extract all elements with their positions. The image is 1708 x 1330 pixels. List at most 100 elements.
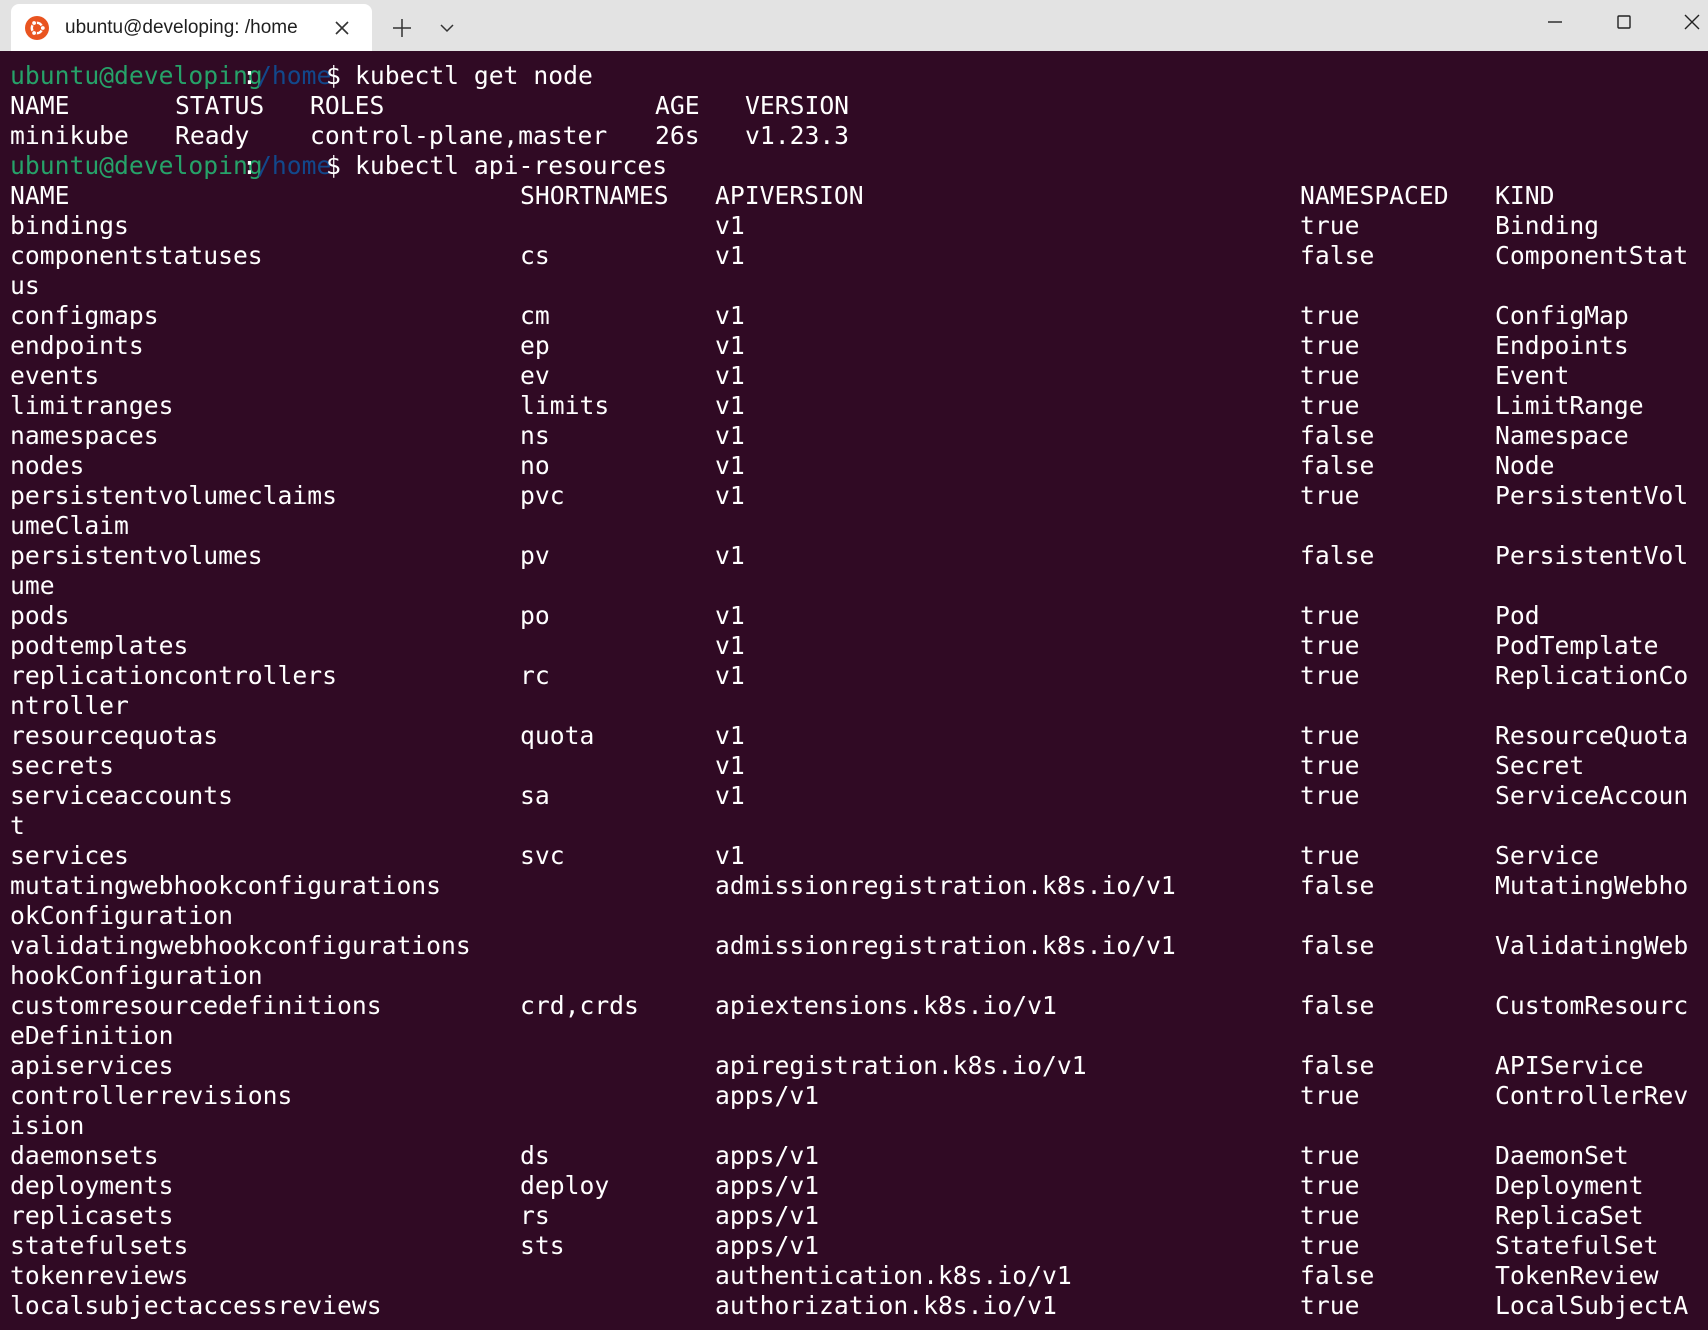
close-window-icon[interactable] bbox=[1680, 10, 1704, 34]
cell-apiversion: authentication.k8s.io/v1 bbox=[715, 1261, 1072, 1290]
cell-namespaced: false bbox=[1300, 991, 1375, 1020]
resource-rows: bindings v1 true Binding componentstatuses cs… bbox=[10, 211, 1708, 1321]
minimize-icon[interactable] bbox=[1543, 10, 1567, 34]
cell-kind: PersistentVol bbox=[1495, 481, 1689, 510]
cell-kind-wrap: ume bbox=[10, 571, 55, 600]
table-row: statefulsets sts apps/v1 true StatefulSet bbox=[10, 1231, 1708, 1261]
command-text: kubectl api-resources bbox=[355, 151, 668, 180]
cell-version: v1.23.3 bbox=[745, 121, 850, 150]
cell-apiversion: apiextensions.k8s.io/v1 bbox=[715, 991, 1057, 1020]
cell-shortnames: po bbox=[520, 601, 550, 630]
cell-shortnames: rs bbox=[520, 1201, 550, 1230]
cell-shortnames: no bbox=[520, 451, 550, 480]
cell-name: endpoints bbox=[10, 331, 144, 360]
cell-namespaced: true bbox=[1300, 751, 1360, 780]
cell-name: deployments bbox=[10, 1171, 174, 1200]
table-row: minikube Ready control-plane,master 26s … bbox=[10, 121, 1708, 151]
close-tab-icon[interactable] bbox=[332, 18, 352, 38]
cell-namespaced: false bbox=[1300, 1051, 1375, 1080]
cell-shortnames: sa bbox=[520, 781, 550, 810]
cell-kind: MutatingWebho bbox=[1495, 871, 1689, 900]
table-row: services svc v1 true Service bbox=[10, 841, 1708, 871]
table-row: podtemplates v1 true PodTemplate bbox=[10, 631, 1708, 661]
terminal-output[interactable]: ubuntu@developing : /home $ kubectl get … bbox=[10, 61, 1708, 1330]
cell-kind: Event bbox=[1495, 361, 1570, 390]
cell-name: bindings bbox=[10, 211, 129, 240]
cell-kind-wrap: ision bbox=[10, 1111, 85, 1140]
prompt-user-host: ubuntu@developing bbox=[10, 151, 263, 180]
table-row: persistentvolumes pv v1 false PersistentVol bbox=[10, 541, 1708, 571]
cell-namespaced: true bbox=[1300, 1231, 1360, 1260]
table-row: mutatingwebhookconfigurations admissionre… bbox=[10, 871, 1708, 901]
cell-namespaced: true bbox=[1300, 1141, 1360, 1170]
wrapped-line: ntroller bbox=[10, 691, 1708, 721]
cell-apiversion: authorization.k8s.io/v1 bbox=[715, 1291, 1057, 1320]
cell-kind: ComponentStat bbox=[1495, 241, 1689, 270]
prompt-line: ubuntu@developing : /home $ kubectl api-… bbox=[10, 151, 1708, 181]
column-header: APIVERSION bbox=[715, 181, 864, 210]
cell-namespaced: true bbox=[1300, 781, 1360, 810]
cell-apiversion: apps/v1 bbox=[715, 1171, 820, 1200]
cell-apiversion: v1 bbox=[715, 301, 745, 330]
cell-name: limitranges bbox=[10, 391, 174, 420]
cell-namespaced: false bbox=[1300, 451, 1375, 480]
new-tab-plus-icon[interactable] bbox=[388, 14, 416, 42]
cell-kind-wrap: umeClaim bbox=[10, 511, 129, 540]
maximize-icon[interactable] bbox=[1612, 10, 1636, 34]
cell-status: Ready bbox=[175, 121, 250, 150]
cell-shortnames: ep bbox=[520, 331, 550, 360]
chevron-down-icon[interactable] bbox=[436, 18, 458, 38]
cell-apiversion: apiregistration.k8s.io/v1 bbox=[715, 1051, 1087, 1080]
tab-title: ubuntu@developing: /home bbox=[65, 17, 298, 38]
table-header: NAME STATUS ROLES AGE VERSION bbox=[10, 91, 1708, 121]
cell-namespaced: false bbox=[1300, 421, 1375, 450]
cell-kind: StatefulSet bbox=[1495, 1231, 1659, 1260]
table-row: apiservices apiregistration.k8s.io/v1 fals… bbox=[10, 1051, 1708, 1081]
cell-namespaced: true bbox=[1300, 1171, 1360, 1200]
cell-apiversion: v1 bbox=[715, 451, 745, 480]
table-row: pods po v1 true Pod bbox=[10, 601, 1708, 631]
wrapped-line: ision bbox=[10, 1111, 1708, 1141]
cell-name: customresourcedefinitions bbox=[10, 991, 382, 1020]
table-row: controllerrevisions apps/v1 true Controller… bbox=[10, 1081, 1708, 1111]
cell-kind: ValidatingWeb bbox=[1495, 931, 1689, 960]
cell-kind: Namespace bbox=[1495, 421, 1629, 450]
cell-apiversion: v1 bbox=[715, 391, 745, 420]
cell-apiversion: v1 bbox=[715, 601, 745, 630]
cell-kind-wrap: hookConfiguration bbox=[10, 961, 263, 990]
column-header: SHORTNAMES bbox=[520, 181, 669, 210]
cell-apiversion: v1 bbox=[715, 481, 745, 510]
cell-name: daemonsets bbox=[10, 1141, 159, 1170]
cell-kind: Binding bbox=[1495, 211, 1600, 240]
cell-name: namespaces bbox=[10, 421, 159, 450]
cell-namespaced: true bbox=[1300, 211, 1360, 240]
cell-kind: TokenReview bbox=[1495, 1261, 1659, 1290]
cell-name: services bbox=[10, 841, 129, 870]
cell-kind-wrap: us bbox=[10, 271, 40, 300]
table-row: replicationcontrollers rc v1 true Replicatio… bbox=[10, 661, 1708, 691]
cell-kind: Endpoints bbox=[1495, 331, 1629, 360]
cell-namespaced: true bbox=[1300, 301, 1360, 330]
title-bar: ubuntu@developing: /home bbox=[0, 0, 1708, 51]
cell-namespaced: false bbox=[1300, 871, 1375, 900]
cell-shortnames: deploy bbox=[520, 1171, 610, 1200]
cell-kind: CustomResourc bbox=[1495, 991, 1689, 1020]
cell-name: minikube bbox=[10, 121, 129, 150]
table-row: nodes no v1 false Node bbox=[10, 451, 1708, 481]
cell-apiversion: v1 bbox=[715, 241, 745, 270]
terminal-tab[interactable]: ubuntu@developing: /home bbox=[11, 4, 372, 51]
cell-kind: ConfigMap bbox=[1495, 301, 1629, 330]
cell-shortnames: quota bbox=[520, 721, 595, 750]
cell-namespaced: false bbox=[1300, 931, 1375, 960]
table-row: localsubjectaccessreviews authorization.k… bbox=[10, 1291, 1708, 1321]
cell-shortnames: cm bbox=[520, 301, 550, 330]
table-row: secrets v1 true Secret bbox=[10, 751, 1708, 781]
cell-kind: ReplicationCo bbox=[1495, 661, 1689, 690]
column-header: AGE bbox=[655, 91, 700, 120]
column-header: VERSION bbox=[745, 91, 850, 120]
cell-apiversion: v1 bbox=[715, 751, 745, 780]
cell-apiversion: v1 bbox=[715, 631, 745, 660]
cell-namespaced: true bbox=[1300, 1081, 1360, 1110]
cell-shortnames: limits bbox=[520, 391, 610, 420]
wrapped-line: t bbox=[10, 811, 1708, 841]
